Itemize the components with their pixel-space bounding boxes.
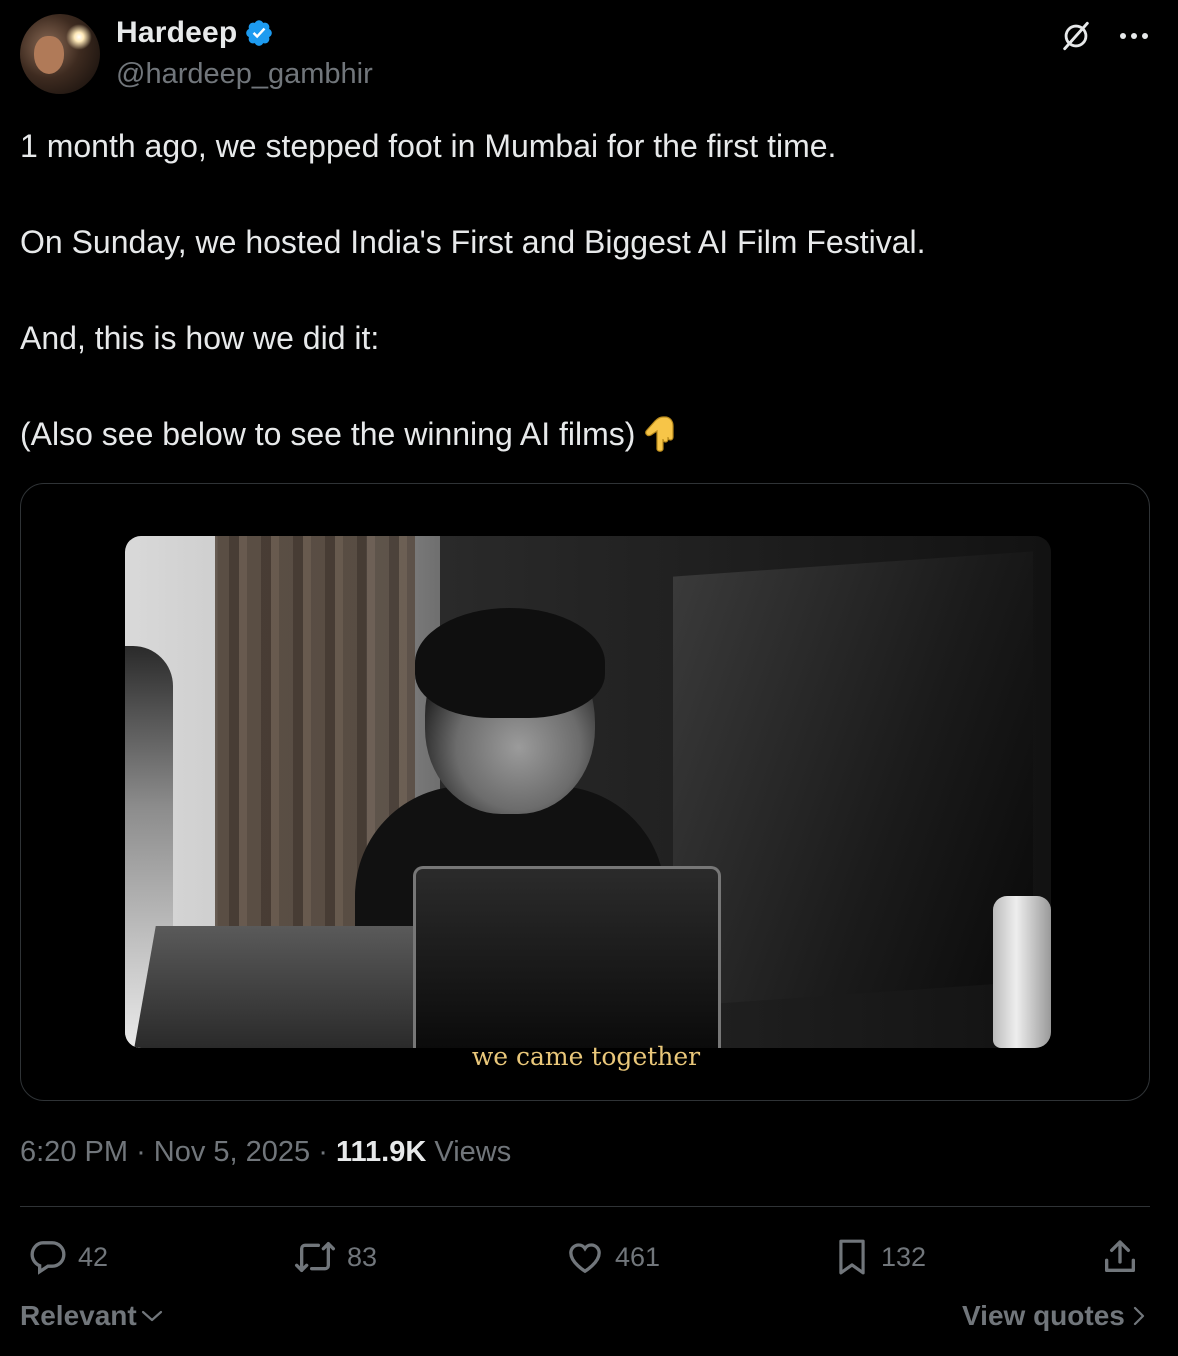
repost-count: 83	[347, 1241, 378, 1272]
reply-count: 42	[78, 1241, 109, 1272]
verified-badge-icon	[244, 18, 274, 48]
repost-button[interactable]: 83	[293, 1234, 377, 1280]
repost-icon	[294, 1242, 335, 1272]
tweet-line-with-emoji: (Also see below to see the winning AI fi…	[20, 410, 1150, 466]
meta-separator: ·	[136, 1136, 146, 1168]
video-card[interactable]: we came together	[20, 483, 1150, 1101]
chevron-down-icon	[141, 1310, 162, 1322]
chevron-right-icon	[1133, 1306, 1144, 1326]
reply-button[interactable]: 42	[28, 1234, 108, 1280]
like-count: 461	[615, 1241, 661, 1272]
more-icon	[1120, 33, 1148, 39]
sort-label: Relevant	[20, 1300, 137, 1331]
avatar[interactable]	[20, 14, 100, 94]
divider	[20, 1206, 1150, 1207]
heart-icon	[569, 1243, 601, 1274]
views-label: Views	[434, 1136, 512, 1168]
tweet-line: (Also see below to see the winning AI fi…	[20, 416, 636, 452]
reply-icon	[30, 1241, 66, 1275]
grok-button[interactable]	[1056, 16, 1096, 56]
author-display-name[interactable]: Hardeep	[116, 16, 237, 50]
meta-separator: ·	[318, 1136, 328, 1168]
grok-icon	[1063, 21, 1089, 51]
tweet-time[interactable]: 6:20 PM	[20, 1136, 128, 1168]
video-thumbnail[interactable]	[125, 536, 1051, 1048]
like-button[interactable]: 461	[565, 1234, 660, 1280]
pointing-down-emoji-icon	[641, 413, 677, 466]
more-options-button[interactable]	[1114, 18, 1154, 54]
bookmark-count: 132	[881, 1241, 927, 1272]
share-button[interactable]	[1100, 1234, 1140, 1280]
author-handle[interactable]: @hardeep_gambhir	[116, 58, 373, 91]
tweet-line: And, this is how we did it:	[20, 320, 380, 356]
bookmark-icon	[839, 1239, 865, 1275]
sort-replies-dropdown[interactable]: Relevant	[20, 1300, 163, 1332]
share-icon	[1105, 1240, 1135, 1272]
tweet-date[interactable]: Nov 5, 2025	[154, 1136, 310, 1168]
views-count: 111.9K	[335, 1136, 427, 1168]
bookmark-button[interactable]: 132	[833, 1234, 926, 1280]
author-name-row: Hardeep	[116, 16, 274, 50]
tweet-text: 1 month ago, we stepped foot in Mumbai f…	[20, 122, 1150, 466]
tweet-meta: 6:20 PM · Nov 5, 2025 · 111.9K Views	[20, 1136, 511, 1169]
tweet-detail: Hardeep @hardeep_gambhir 1 month ago, we…	[0, 0, 1178, 1356]
video-caption: we came together	[471, 1042, 701, 1071]
tweet-line: 1 month ago, we stepped foot in Mumbai f…	[20, 128, 837, 164]
view-quotes-label: View quotes	[962, 1300, 1125, 1331]
tweet-line: On Sunday, we hosted India's First and B…	[20, 224, 926, 260]
view-quotes-link[interactable]: View quotes	[962, 1300, 1145, 1332]
